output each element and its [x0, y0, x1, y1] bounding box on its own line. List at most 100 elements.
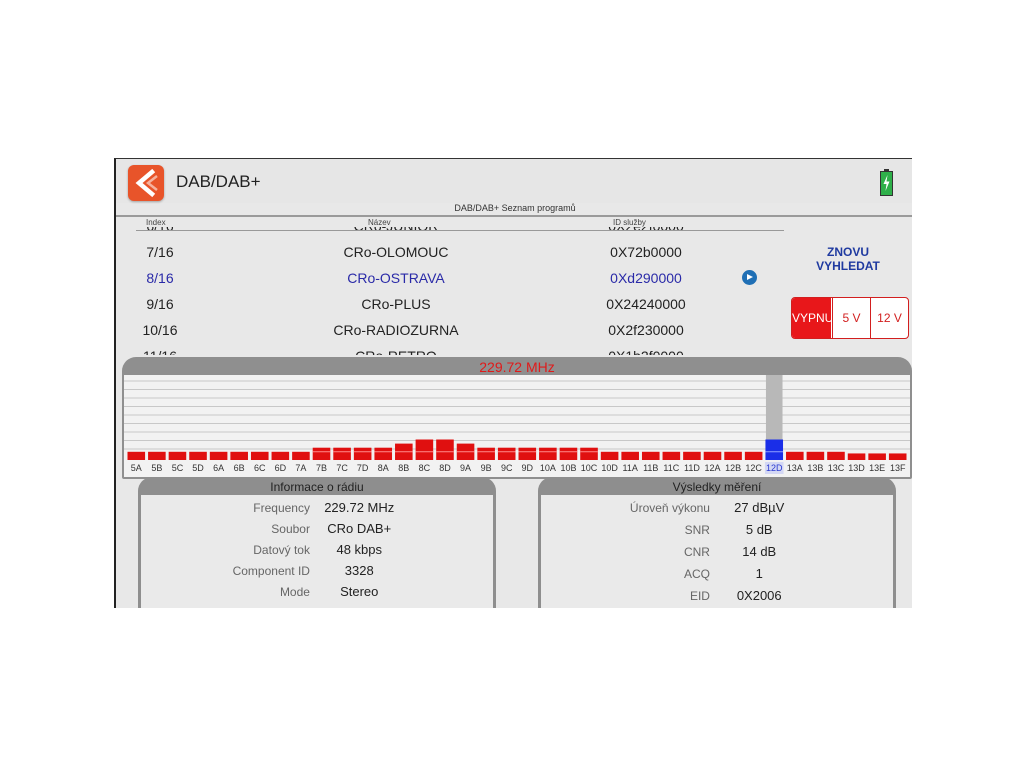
channel-bar-13D — [847, 453, 866, 460]
spectrum-plot[interactable]: 5A 5B 5C 5D 6A 6B 6C 6D 7A 7B 7C 7D 8A 8B 8C 8D 9A 9B 9C 9D… — [124, 375, 910, 477]
channel-label: 12C — [745, 463, 762, 473]
program-row[interactable]: 8/16 CRo-OSTRAVA 0Xd290000 — [126, 265, 786, 291]
info-label: Component ID — [232, 564, 310, 578]
channel-bar-5A — [127, 451, 146, 460]
channel-label: 6C — [254, 463, 266, 473]
divider — [116, 215, 912, 217]
program-name: CRo-RETRO — [286, 348, 506, 355]
channel-label: 13D — [848, 463, 865, 473]
channel-label: 6D — [275, 463, 287, 473]
measurement-body: Úroveň výkonu 27 dBµV SNR 5 dB CNR 14 dB ACQ 1 E… — [541, 495, 893, 608]
channel-label: 9D — [522, 463, 534, 473]
info-row: Úroveň výkonu 27 dBµV — [541, 499, 893, 519]
back-button[interactable] — [128, 165, 164, 201]
program-row[interactable]: 10/16 CRo-RADIOZURNA 0X2f230000 — [126, 317, 786, 343]
rescan-button[interactable]: ZNOVU VYHLEDAT — [806, 245, 890, 273]
battery-charging-icon — [880, 169, 893, 196]
channel-bar-10D — [600, 451, 619, 460]
channel-bar-13C — [827, 451, 845, 460]
power-5v-button[interactable]: 5 V — [832, 298, 870, 338]
play-icon[interactable] — [742, 270, 757, 285]
rescan-label-line2: VYHLEDAT — [816, 259, 880, 273]
channel-bar-8A — [374, 447, 393, 460]
program-row[interactable]: 7/16 CRo-OLOMOUC 0X72b0000 — [126, 239, 786, 265]
info-label: Datový tok — [253, 543, 310, 557]
channel-label: 7C — [336, 463, 348, 473]
program-index: 11/16 — [126, 348, 194, 355]
info-row: Frequency 229.72 MHz — [141, 499, 493, 519]
channel-bar-11B — [641, 451, 660, 460]
channel-label: 9A — [460, 463, 471, 473]
program-index: 10/16 — [142, 322, 178, 338]
channel-bar-7A — [292, 451, 310, 460]
channel-label: 5A — [131, 463, 142, 473]
info-label: SNR — [684, 523, 710, 537]
program-name: CRo-OSTRAVA — [347, 270, 445, 286]
program-name: CRo-PLUS — [361, 296, 431, 312]
channel-label: 5C — [172, 463, 184, 473]
program-index: 8/16 — [146, 270, 174, 286]
program-row[interactable]: 11/16 CRo-RETRO 0X1b2f0000 — [126, 343, 786, 355]
info-label: EID — [689, 589, 710, 603]
channel-label: 11C — [663, 463, 679, 473]
app-header: DAB/DAB+ — [116, 159, 912, 203]
channel-bar-10C — [580, 447, 598, 460]
program-row[interactable]: 9/16 CRo-PLUS 0X24240000 — [126, 291, 786, 317]
channel-bar-12C — [744, 451, 763, 460]
channel-bar-6D — [271, 451, 290, 460]
program-name: CRo-RADIOZURNA — [333, 322, 459, 338]
channel-label: 5B — [151, 463, 162, 473]
channel-bar-9D — [518, 447, 537, 460]
channel-label: 12D — [766, 463, 783, 473]
program-list[interactable]: 6/16CRo-JUNIOR0X2e2f0000 7/16 CRo-OLOMOUC 0… — [126, 227, 786, 355]
program-name: CRo-OLOMOUC — [343, 244, 449, 260]
service-id: 0X2f230000 — [608, 322, 684, 338]
info-row: Soubor CRo DAB+ — [141, 520, 493, 540]
channel-bar-6A — [209, 451, 228, 460]
service-id: 0X72b0000 — [610, 244, 682, 260]
program-index: 7/16 — [146, 244, 174, 260]
spectrum-chart: 5A 5B 5C 5D 6A 6B 6C 6D 7A 7B 7C 7D 8A 8B 8C 8D 9A 9B 9C 9D… — [124, 375, 910, 474]
info-value: 14 dB — [742, 544, 777, 559]
program-row[interactable]: 6/16CRo-JUNIOR0X2e2f0000 — [126, 227, 786, 239]
power-off-button[interactable]: VYPNUT — [792, 298, 831, 338]
chevron-left-icon — [135, 168, 158, 198]
service-id: 0Xd290000 — [610, 270, 682, 286]
info-value: 48 kbps — [336, 542, 383, 557]
info-label: Úroveň výkonu — [629, 501, 710, 515]
info-value: 27 dBµV — [734, 500, 785, 515]
page-title: DAB/DAB+ — [176, 172, 261, 191]
channel-bar-7C — [333, 447, 351, 460]
channel-bar-13E — [868, 453, 886, 460]
lnb-power-selector: VYPNUT 5 V 12 V — [791, 297, 909, 339]
info-row: Component ID 3328 — [141, 562, 493, 582]
info-row: CNR 14 dB — [541, 543, 893, 563]
channel-bar-13F — [888, 453, 907, 460]
channel-bar-6B — [230, 451, 248, 460]
channel-label: 13F — [890, 463, 906, 473]
info-row: Datový tok 48 kbps — [141, 541, 493, 561]
channel-label: 8B — [398, 463, 409, 473]
channel-bar-9C — [497, 447, 516, 460]
info-label: Mode — [279, 585, 310, 599]
spectrum-panel: 229.72 MHz 5A 5B 5C 5D 6A 6B 6C 6D 7A 7B 7C 7D 8A 8B 8… — [122, 357, 912, 479]
program-list-caption: DAB/DAB+ Seznam programů — [454, 203, 576, 213]
channel-bar-8D — [436, 439, 454, 460]
service-id: 0X1b2f0000 — [576, 348, 716, 355]
power-12v-button[interactable]: 12 V — [870, 298, 908, 338]
channel-bar-11C — [662, 451, 681, 460]
info-value: 3328 — [344, 563, 374, 578]
channel-label: 13B — [807, 463, 823, 473]
channel-bar-5D — [189, 451, 207, 460]
info-value: 0X2006 — [736, 588, 782, 603]
channel-label: 5D — [192, 463, 204, 473]
channel-label: 8A — [378, 463, 389, 473]
info-row: SNR 5 dB — [541, 521, 893, 541]
channel-label: 10C — [581, 463, 598, 473]
channel-bar-12A — [703, 451, 722, 460]
channel-label: 12B — [725, 463, 741, 473]
channel-label: 13A — [787, 463, 803, 473]
channel-bar-7B — [312, 447, 331, 460]
device-screen: DAB/DAB+ DAB/DAB+ Seznam programů Index … — [114, 158, 912, 608]
channel-bar-10B — [559, 447, 578, 460]
